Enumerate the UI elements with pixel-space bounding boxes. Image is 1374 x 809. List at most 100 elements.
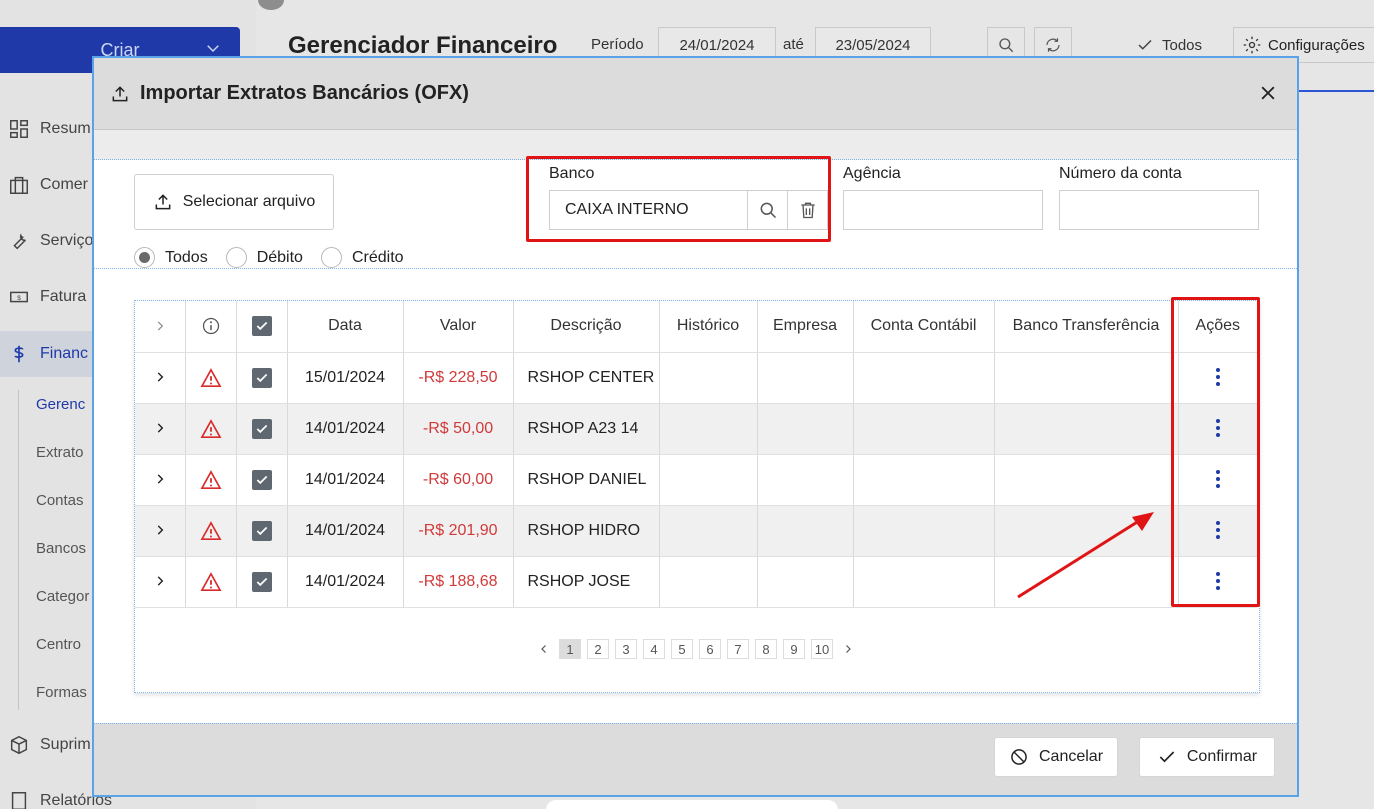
submenu-line bbox=[18, 390, 19, 710]
company-cell[interactable] bbox=[757, 505, 854, 557]
more-vertical-icon bbox=[1215, 572, 1220, 591]
expand-row-button[interactable] bbox=[135, 454, 186, 506]
more-vertical-icon bbox=[1215, 368, 1220, 387]
page-button-8[interactable]: 8 bbox=[755, 639, 777, 659]
sidebar-item-label: Financ bbox=[40, 345, 89, 362]
warning-icon bbox=[200, 367, 222, 388]
company-cell[interactable] bbox=[757, 556, 854, 608]
account-cell[interactable] bbox=[853, 556, 995, 608]
until-label: até bbox=[783, 36, 804, 53]
row-actions-button[interactable] bbox=[1178, 352, 1257, 404]
account-number-input[interactable] bbox=[1059, 190, 1259, 230]
sidebar-item-comercial[interactable]: Comer bbox=[8, 170, 88, 200]
value-cell: -R$ 201,90 bbox=[403, 505, 514, 557]
column-header[interactable]: Banco Transferência bbox=[994, 301, 1179, 353]
value-cell: -R$ 188,68 bbox=[403, 556, 514, 608]
expand-row-button[interactable] bbox=[135, 556, 186, 608]
transfer-bank-cell[interactable] bbox=[994, 403, 1179, 455]
account-cell[interactable] bbox=[853, 352, 995, 404]
checkbox-checked-icon bbox=[251, 469, 272, 490]
row-checkbox[interactable] bbox=[236, 352, 288, 404]
table-row: 15/01/2024 -R$ 228,50 RSHOP CENTER bbox=[135, 352, 1257, 404]
table-row: 14/01/2024 -R$ 50,00 RSHOP A23 14 bbox=[135, 403, 1257, 455]
sidebar-item-suprimentos[interactable]: Suprim bbox=[8, 730, 91, 760]
filter-credito[interactable]: Crédito bbox=[320, 247, 404, 268]
row-checkbox[interactable] bbox=[236, 505, 288, 557]
sidebar-item-faturamento[interactable]: $ Fatura bbox=[8, 282, 86, 312]
account-cell[interactable] bbox=[853, 403, 995, 455]
row-checkbox[interactable] bbox=[236, 454, 288, 506]
expand-row-button[interactable] bbox=[135, 403, 186, 455]
page-button-6[interactable]: 6 bbox=[699, 639, 721, 659]
history-cell[interactable] bbox=[659, 454, 758, 506]
expand-all-header[interactable] bbox=[135, 301, 186, 353]
row-actions-button[interactable] bbox=[1178, 556, 1257, 608]
sidebar-subitem-bancos[interactable]: Bancos bbox=[36, 540, 86, 557]
sidebar-subitem-gerenciador[interactable]: Gerenc bbox=[36, 396, 85, 413]
page-button-9[interactable]: 9 bbox=[783, 639, 805, 659]
company-cell[interactable] bbox=[757, 403, 854, 455]
page-button-3[interactable]: 3 bbox=[615, 639, 637, 659]
sidebar-subitem-contas[interactable]: Contas bbox=[36, 492, 84, 509]
company-cell[interactable] bbox=[757, 352, 854, 404]
column-header[interactable]: Empresa bbox=[757, 301, 854, 353]
filter-todos[interactable]: Todos bbox=[134, 247, 208, 268]
cancel-button[interactable]: Cancelar bbox=[994, 737, 1118, 777]
radio-unchecked bbox=[320, 247, 342, 268]
gear-icon bbox=[1243, 36, 1261, 54]
history-cell[interactable] bbox=[659, 403, 758, 455]
sidebar-subitem-formas[interactable]: Formas bbox=[36, 684, 87, 701]
bill-icon: $ bbox=[10, 291, 28, 303]
sidebar-subitem-categorias[interactable]: Categor bbox=[36, 588, 89, 605]
filter-debito[interactable]: Débito bbox=[225, 247, 303, 268]
row-checkbox[interactable] bbox=[236, 556, 288, 608]
next-page-button[interactable] bbox=[839, 639, 857, 659]
page-button-4[interactable]: 4 bbox=[643, 639, 665, 659]
account-cell[interactable] bbox=[853, 505, 995, 557]
bank-input[interactable]: CAIXA INTERNO bbox=[550, 201, 747, 219]
close-button[interactable] bbox=[1257, 82, 1279, 104]
bank-clear-button[interactable] bbox=[787, 191, 827, 229]
transfer-bank-cell[interactable] bbox=[994, 352, 1179, 404]
history-cell[interactable] bbox=[659, 556, 758, 608]
sidebar-subitem-extratos[interactable]: Extrato bbox=[36, 444, 84, 461]
page-button-5[interactable]: 5 bbox=[671, 639, 693, 659]
sidebar-item-label: Suprim bbox=[40, 736, 91, 753]
dollar-icon bbox=[14, 345, 24, 363]
checkbox-checked-icon bbox=[251, 316, 272, 337]
bank-search-button[interactable] bbox=[747, 191, 787, 229]
column-header[interactable]: Descrição bbox=[513, 301, 660, 353]
row-actions-button[interactable] bbox=[1178, 454, 1257, 506]
sidebar-item-resumo[interactable]: Resum bbox=[8, 114, 91, 144]
transfer-bank-cell[interactable] bbox=[994, 454, 1179, 506]
row-actions-button[interactable] bbox=[1178, 505, 1257, 557]
sidebar-subitem-centro[interactable]: Centro bbox=[36, 636, 81, 653]
history-cell[interactable] bbox=[659, 352, 758, 404]
column-header[interactable]: Conta Contábil bbox=[853, 301, 995, 353]
settings-label: Configurações bbox=[1268, 36, 1365, 54]
all-toggle[interactable]: Todos bbox=[1136, 36, 1202, 54]
company-cell[interactable] bbox=[757, 454, 854, 506]
page-button-7[interactable]: 7 bbox=[727, 639, 749, 659]
row-checkbox[interactable] bbox=[236, 403, 288, 455]
page-button-1[interactable]: 1 bbox=[559, 639, 581, 659]
select-file-button[interactable]: Selecionar arquivo bbox=[134, 174, 334, 230]
search-icon bbox=[760, 202, 776, 219]
sidebar-item-servicos[interactable]: Serviço bbox=[8, 226, 93, 256]
page-button-2[interactable]: 2 bbox=[587, 639, 609, 659]
agency-input[interactable] bbox=[843, 190, 1043, 230]
page-button-10[interactable]: 10 bbox=[811, 639, 833, 659]
refresh-icon bbox=[1046, 38, 1060, 52]
column-header[interactable]: Histórico bbox=[659, 301, 758, 353]
expand-row-button[interactable] bbox=[135, 505, 186, 557]
column-header[interactable]: Valor bbox=[403, 301, 514, 353]
row-actions-button[interactable] bbox=[1178, 403, 1257, 455]
prev-page-button[interactable] bbox=[535, 639, 553, 659]
sidebar-item-label: Serviço bbox=[40, 232, 94, 249]
select-all-checkbox[interactable] bbox=[236, 301, 288, 353]
column-header[interactable]: Data bbox=[287, 301, 404, 353]
expand-row-button[interactable] bbox=[135, 352, 186, 404]
history-cell[interactable] bbox=[659, 505, 758, 557]
account-cell[interactable] bbox=[853, 454, 995, 506]
confirm-button[interactable]: Confirmar bbox=[1139, 737, 1275, 777]
